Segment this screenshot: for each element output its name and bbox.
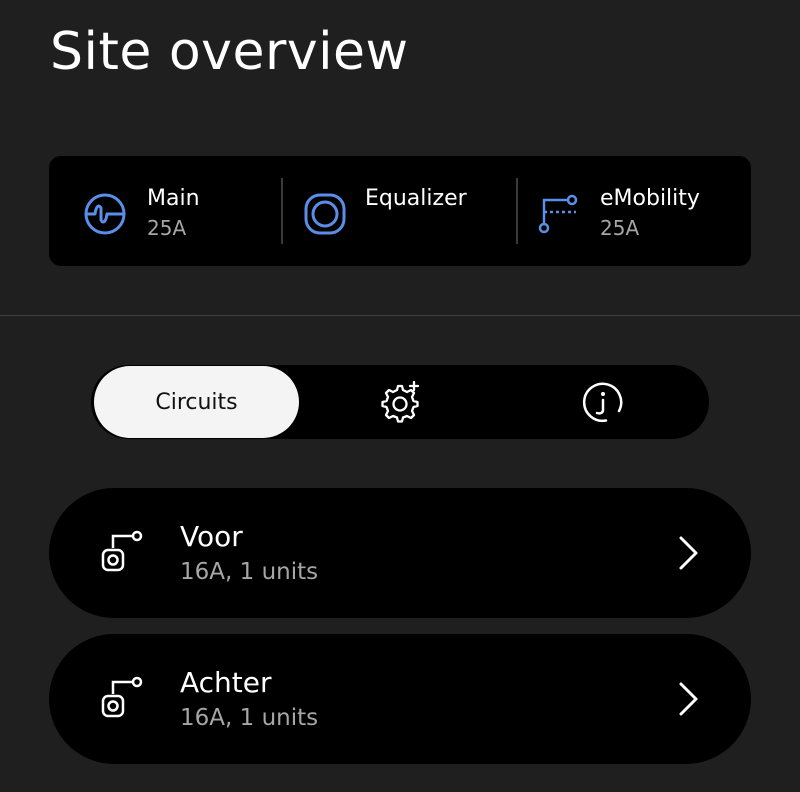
- equalizer-ring-icon: [304, 193, 346, 235]
- circuit-row-achter[interactable]: Achter 16A, 1 units: [49, 634, 751, 764]
- summary-main-label: Main: [147, 186, 200, 211]
- summary-equalizer[interactable]: Equalizer: [283, 156, 516, 266]
- emobility-circuit-icon: [538, 194, 578, 234]
- chevron-right-icon: [679, 536, 698, 570]
- info-icon: [582, 382, 623, 423]
- circuit-detail: 16A, 1 units: [180, 559, 319, 585]
- tab-info[interactable]: [543, 365, 663, 439]
- page-title: Site overview: [50, 22, 409, 82]
- summary-emobility-label: eMobility: [600, 186, 700, 211]
- summary-main-value: 25A: [147, 216, 187, 240]
- tab-settings[interactable]: [340, 365, 460, 439]
- summary-main[interactable]: Main 25A: [49, 156, 281, 266]
- charger-circuit-icon: [101, 676, 143, 718]
- waveform-circle-icon: [84, 193, 126, 235]
- tab-circuits[interactable]: Circuits: [94, 366, 299, 438]
- circuit-name: Voor: [180, 520, 243, 553]
- circuit-name: Achter: [180, 666, 272, 699]
- chevron-right-icon: [679, 682, 698, 716]
- site-summary-card: Main 25A Equalizer eMobility 25A: [49, 156, 751, 266]
- summary-equalizer-label: Equalizer: [365, 186, 467, 211]
- view-tabs: Circuits: [91, 365, 709, 439]
- circuit-detail: 16A, 1 units: [180, 705, 319, 731]
- gear-plus-icon: [381, 380, 420, 423]
- summary-emobility[interactable]: eMobility 25A: [518, 156, 751, 266]
- summary-emobility-value: 25A: [600, 216, 640, 240]
- charger-circuit-icon: [101, 530, 143, 572]
- section-divider: [0, 315, 800, 316]
- circuit-row-voor[interactable]: Voor 16A, 1 units: [49, 488, 751, 618]
